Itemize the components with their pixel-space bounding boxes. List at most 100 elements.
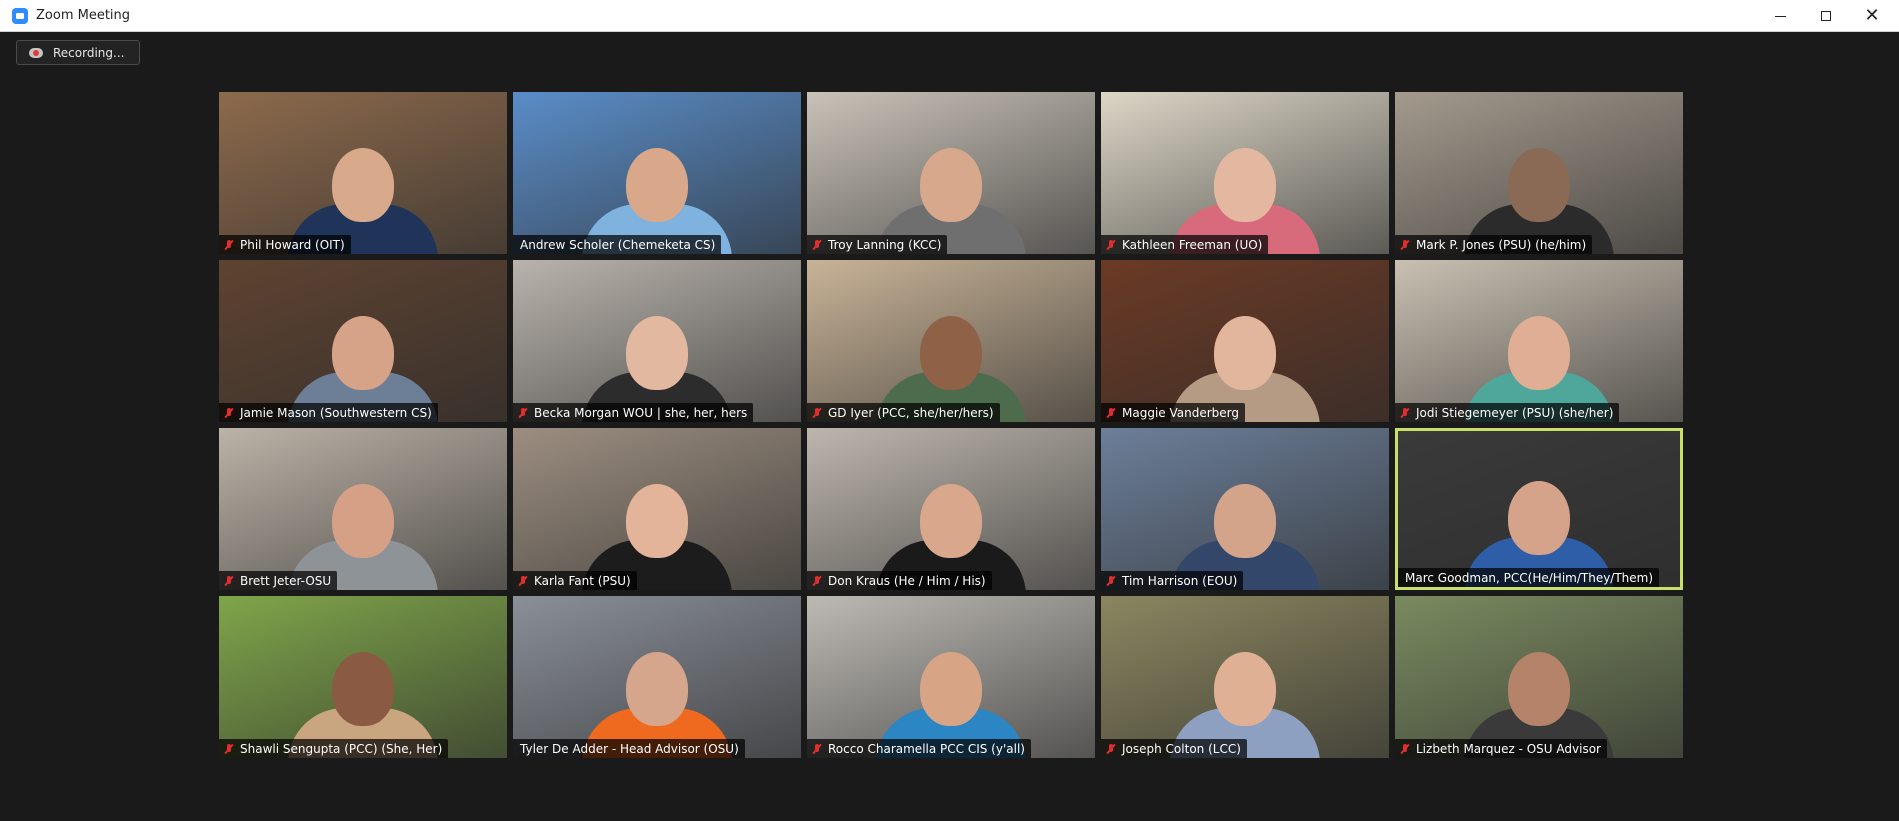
participant-name: Jodi Stiegemeyer (PSU) (she/her) bbox=[1416, 405, 1614, 420]
muted-mic-icon bbox=[1104, 742, 1118, 756]
participant-video bbox=[1101, 92, 1389, 254]
participant-name: Troy Lanning (KCC) bbox=[828, 237, 942, 252]
muted-mic-icon bbox=[516, 406, 530, 420]
participant-tile[interactable]: Lizbeth Marquez - OSU Advisor bbox=[1395, 596, 1683, 758]
participant-tile[interactable]: Jamie Mason (Southwestern CS) bbox=[219, 260, 507, 422]
participant-video bbox=[219, 596, 507, 758]
recording-label: Recording... bbox=[53, 45, 125, 60]
participant-tile[interactable]: Shawli Sengupta (PCC) (She, Her) bbox=[219, 596, 507, 758]
participant-video bbox=[1101, 596, 1389, 758]
participant-nameplate: Phil Howard (OIT) bbox=[219, 235, 351, 254]
participant-video bbox=[513, 596, 801, 758]
participant-name: Rocco Charamella PCC CIS (y'all) bbox=[828, 741, 1025, 756]
participant-nameplate: Joseph Colton (LCC) bbox=[1101, 739, 1247, 758]
minimize-button[interactable] bbox=[1757, 0, 1803, 32]
participant-tile[interactable]: Rocco Charamella PCC CIS (y'all) bbox=[807, 596, 1095, 758]
participant-video bbox=[219, 260, 507, 422]
participant-name: Brett Jeter-OSU bbox=[240, 573, 332, 588]
participant-tile[interactable]: Marc Goodman, PCC(He/Him/They/Them) bbox=[1395, 428, 1683, 590]
participant-tile[interactable]: Maggie Vanderberg bbox=[1101, 260, 1389, 422]
participant-video bbox=[513, 428, 801, 590]
muted-mic-icon bbox=[810, 238, 824, 252]
muted-mic-icon bbox=[810, 574, 824, 588]
zoom-camera-icon bbox=[12, 7, 28, 24]
participant-video bbox=[1395, 92, 1683, 254]
participant-tile[interactable]: Andrew Scholer (Chemeketa CS) bbox=[513, 92, 801, 254]
muted-mic-icon bbox=[222, 742, 236, 756]
participant-video bbox=[807, 92, 1095, 254]
participant-tile[interactable]: Tyler De Adder - Head Advisor (OSU) bbox=[513, 596, 801, 758]
participant-tile[interactable]: GD Iyer (PCC, she/her/hers) bbox=[807, 260, 1095, 422]
close-icon: ✕ bbox=[1864, 5, 1880, 26]
participant-tile[interactable]: Karla Fant (PSU) bbox=[513, 428, 801, 590]
participant-nameplate: Becka Morgan WOU | she, her, hers bbox=[513, 403, 754, 422]
participant-nameplate: Mark P. Jones (PSU) (he/him) bbox=[1395, 235, 1593, 254]
participant-nameplate: Tim Harrison (EOU) bbox=[1101, 571, 1244, 590]
participant-name: Mark P. Jones (PSU) (he/him) bbox=[1416, 237, 1587, 252]
participant-tile[interactable]: Don Kraus (He / Him / His) bbox=[807, 428, 1095, 590]
participant-name: Marc Goodman, PCC(He/Him/They/Them) bbox=[1405, 570, 1654, 585]
window-titlebar: Zoom Meeting ✕ bbox=[0, 0, 1899, 32]
participant-nameplate: Troy Lanning (KCC) bbox=[807, 235, 948, 254]
muted-mic-icon bbox=[1398, 742, 1412, 756]
participant-tile[interactable]: Phil Howard (OIT) bbox=[219, 92, 507, 254]
participant-video bbox=[1398, 431, 1680, 587]
participant-nameplate: Jodi Stiegemeyer (PSU) (she/her) bbox=[1395, 403, 1620, 422]
participant-name: Joseph Colton (LCC) bbox=[1122, 741, 1241, 756]
participant-nameplate: Marc Goodman, PCC(He/Him/They/Them) bbox=[1398, 568, 1660, 587]
participant-nameplate: Jamie Mason (Southwestern CS) bbox=[219, 403, 438, 422]
participant-name: Andrew Scholer (Chemeketa CS) bbox=[520, 237, 716, 252]
muted-mic-icon bbox=[810, 742, 824, 756]
participant-video bbox=[1101, 428, 1389, 590]
participant-nameplate: Andrew Scholer (Chemeketa CS) bbox=[513, 235, 722, 254]
muted-mic-icon bbox=[1104, 574, 1118, 588]
minimize-icon bbox=[1774, 15, 1786, 17]
participant-nameplate: Maggie Vanderberg bbox=[1101, 403, 1245, 422]
participant-video bbox=[1395, 596, 1683, 758]
participant-tile[interactable]: Kathleen Freeman (UO) bbox=[1101, 92, 1389, 254]
participant-nameplate: Brett Jeter-OSU bbox=[219, 571, 338, 590]
participant-tile[interactable]: Mark P. Jones (PSU) (he/him) bbox=[1395, 92, 1683, 254]
participant-name: Tim Harrison (EOU) bbox=[1122, 573, 1238, 588]
muted-mic-icon bbox=[1398, 406, 1412, 420]
muted-mic-icon bbox=[222, 574, 236, 588]
participant-name: Shawli Sengupta (PCC) (She, Her) bbox=[240, 741, 443, 756]
participant-video bbox=[807, 428, 1095, 590]
participant-video bbox=[1395, 260, 1683, 422]
window-title: Zoom Meeting bbox=[36, 8, 131, 23]
participant-tile[interactable]: Becka Morgan WOU | she, her, hers bbox=[513, 260, 801, 422]
participant-tile[interactable]: Tim Harrison (EOU) bbox=[1101, 428, 1389, 590]
participant-tile[interactable]: Brett Jeter-OSU bbox=[219, 428, 507, 590]
muted-mic-icon bbox=[222, 238, 236, 252]
participant-name: Becka Morgan WOU | she, her, hers bbox=[534, 405, 748, 420]
participant-name: Don Kraus (He / Him / His) bbox=[828, 573, 986, 588]
participant-nameplate: GD Iyer (PCC, she/her/hers) bbox=[807, 403, 1000, 422]
muted-mic-icon bbox=[1104, 406, 1118, 420]
participant-video bbox=[1101, 260, 1389, 422]
close-button[interactable]: ✕ bbox=[1849, 0, 1895, 32]
participant-name: Phil Howard (OIT) bbox=[240, 237, 345, 252]
participant-name: GD Iyer (PCC, she/her/hers) bbox=[828, 405, 994, 420]
participant-name: Maggie Vanderberg bbox=[1122, 405, 1239, 420]
participant-tile[interactable]: Joseph Colton (LCC) bbox=[1101, 596, 1389, 758]
participant-tile[interactable]: Jodi Stiegemeyer (PSU) (she/her) bbox=[1395, 260, 1683, 422]
participant-video bbox=[807, 260, 1095, 422]
participant-name: Tyler De Adder - Head Advisor (OSU) bbox=[520, 741, 739, 756]
participant-tile[interactable]: Troy Lanning (KCC) bbox=[807, 92, 1095, 254]
participant-name: Jamie Mason (Southwestern CS) bbox=[240, 405, 432, 420]
participant-nameplate: Don Kraus (He / Him / His) bbox=[807, 571, 992, 590]
maximize-button[interactable] bbox=[1803, 0, 1849, 32]
muted-mic-icon bbox=[516, 574, 530, 588]
participant-nameplate: Kathleen Freeman (UO) bbox=[1101, 235, 1269, 254]
participant-video bbox=[513, 260, 801, 422]
participant-nameplate: Karla Fant (PSU) bbox=[513, 571, 637, 590]
participant-nameplate: Lizbeth Marquez - OSU Advisor bbox=[1395, 739, 1607, 758]
participant-nameplate: Tyler De Adder - Head Advisor (OSU) bbox=[513, 739, 745, 758]
participant-video bbox=[807, 596, 1095, 758]
participant-video bbox=[513, 92, 801, 254]
muted-mic-icon bbox=[1398, 238, 1412, 252]
participant-name: Karla Fant (PSU) bbox=[534, 573, 631, 588]
participant-nameplate: Shawli Sengupta (PCC) (She, Her) bbox=[219, 739, 449, 758]
recording-indicator[interactable]: Recording... bbox=[16, 40, 140, 65]
muted-mic-icon bbox=[810, 406, 824, 420]
